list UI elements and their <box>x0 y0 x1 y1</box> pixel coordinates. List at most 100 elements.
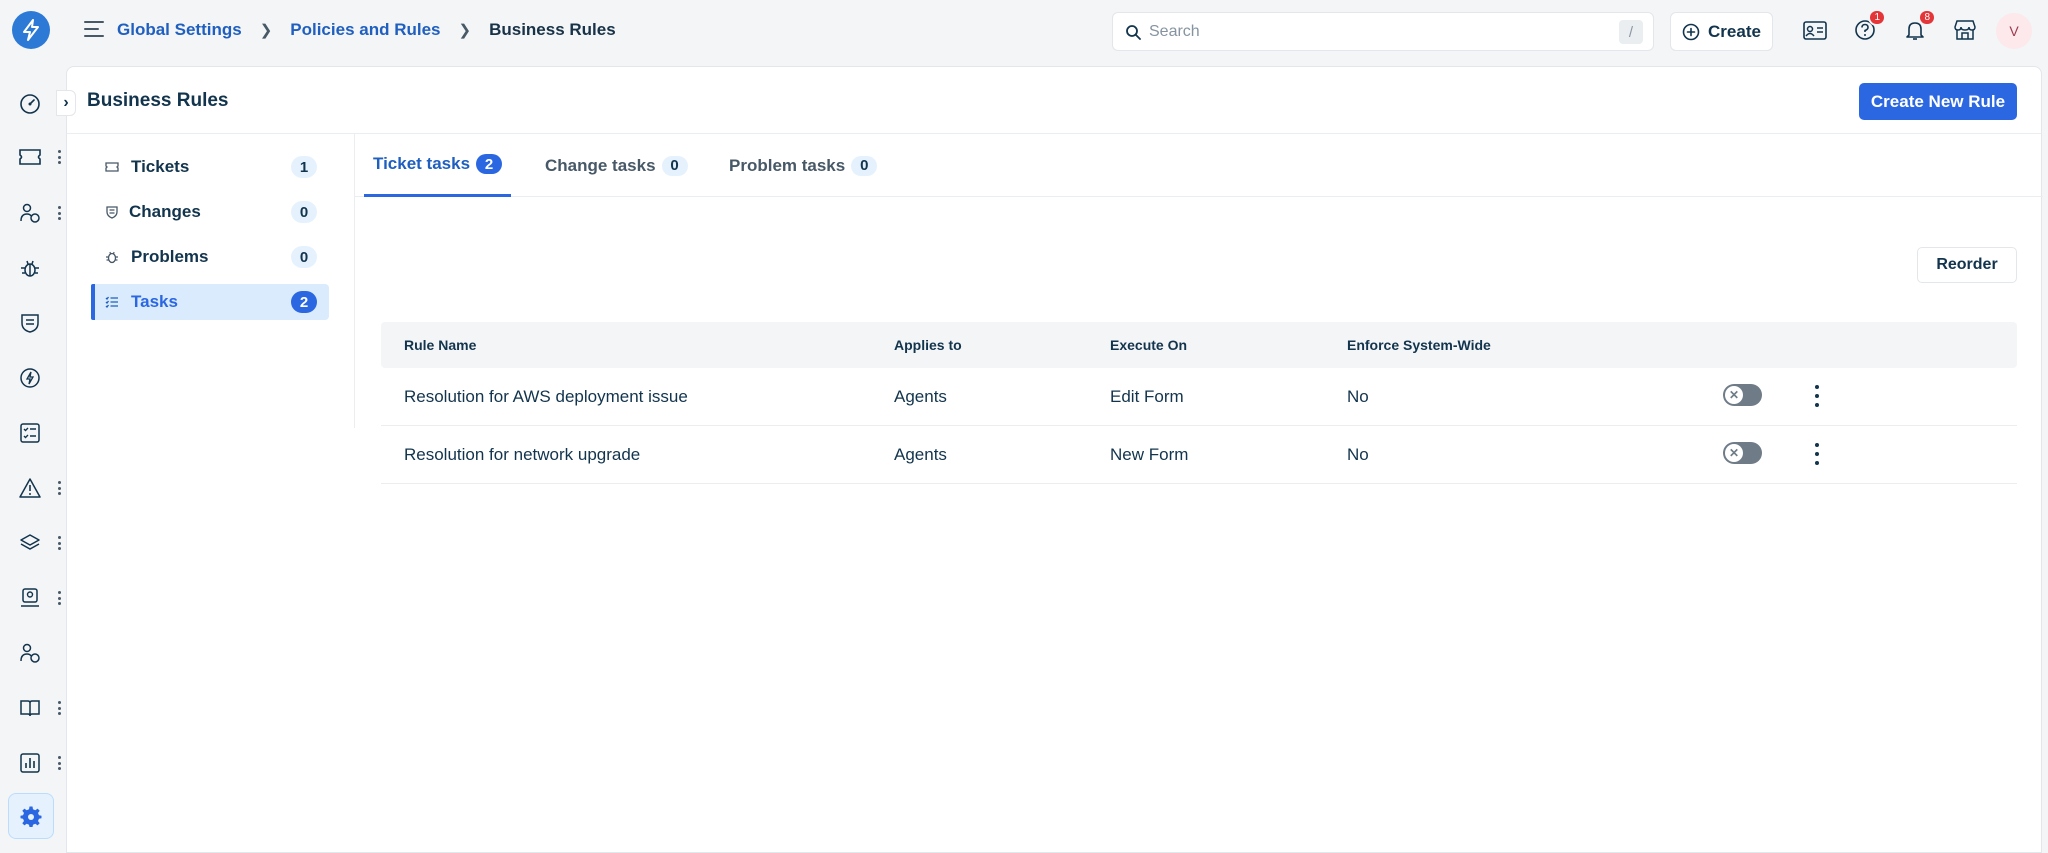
app-logo[interactable] <box>12 11 50 49</box>
contacts-icon[interactable] <box>16 199 44 227</box>
expand-panel-button[interactable]: › <box>56 90 76 116</box>
rule-toggle[interactable]: ✕ <box>1723 442 1762 464</box>
create-new-rule-button[interactable]: Create New Rule <box>1859 83 2017 120</box>
plus-circle-icon <box>1682 23 1700 40</box>
enforce-system-wide: No <box>1347 387 1369 406</box>
user-desk-icon[interactable] <box>16 584 44 612</box>
settings-nav-button[interactable] <box>8 793 54 839</box>
tickets-more-icon[interactable] <box>54 148 64 166</box>
desk-more-icon[interactable] <box>54 589 64 607</box>
table-row[interactable]: Resolution for AWS deployment issue Agen… <box>381 368 2017 426</box>
module-count: 1 <box>291 156 317 178</box>
search-box[interactable]: / <box>1112 12 1654 51</box>
close-icon: ✕ <box>1725 444 1743 462</box>
bug-icon[interactable] <box>16 254 44 282</box>
store-icon[interactable] <box>1952 17 1978 43</box>
ticket-icon[interactable] <box>16 143 44 171</box>
tab-problem-tasks[interactable]: Problem tasks 0 <box>729 134 878 197</box>
reorder-button[interactable]: Reorder <box>1917 247 2017 283</box>
ticket-icon <box>105 162 119 172</box>
task-list-icon[interactable] <box>16 419 44 447</box>
column-header: Applies to <box>894 337 962 353</box>
reports-icon[interactable] <box>16 749 44 777</box>
bell-icon[interactable]: 8 <box>1902 9 1936 43</box>
assets-more-icon[interactable] <box>54 534 64 552</box>
module-list: Tickets 1 Changes 0 Problems 0 Tasks 2 <box>67 134 355 428</box>
tab-label: Problem tasks <box>729 155 846 175</box>
close-icon: ✕ <box>1725 386 1743 404</box>
change-icon <box>106 206 118 219</box>
contact-card-icon[interactable] <box>1802 17 1828 43</box>
release-icon[interactable] <box>16 364 44 392</box>
column-header: Enforce System-Wide <box>1347 337 1491 353</box>
chevron-right-icon: › <box>63 94 69 111</box>
chevron-right-icon: ❯ <box>259 22 273 39</box>
rule-name[interactable]: Resolution for network upgrade <box>404 445 640 465</box>
row-more-icon[interactable] <box>1811 385 1823 407</box>
module-label: Tasks <box>131 292 178 311</box>
lightning-icon <box>23 19 39 41</box>
search-shortcut: / <box>1619 20 1643 44</box>
tab-count: 0 <box>851 155 878 176</box>
change-icon[interactable] <box>16 309 44 337</box>
chevron-right-icon: ❯ <box>458 22 472 39</box>
alert-icon[interactable] <box>16 474 44 502</box>
module-item-changes[interactable]: Changes 0 <box>91 194 329 230</box>
breadcrumb-global-settings[interactable]: Global Settings <box>117 20 242 40</box>
module-label: Changes <box>129 202 201 221</box>
task-list-icon <box>105 296 118 308</box>
menu-icon[interactable] <box>84 20 104 38</box>
create-button[interactable]: Create <box>1670 12 1773 51</box>
module-count: 2 <box>291 291 317 313</box>
page-title: Business Rules <box>87 90 229 111</box>
tab-bar: Ticket tasks 2 Change tasks 0 Problem ta… <box>355 134 2043 197</box>
left-nav <box>0 62 66 853</box>
execute-on: New Form <box>1110 445 1189 464</box>
avatar[interactable]: V <box>1996 13 2032 49</box>
alerts-more-icon[interactable] <box>54 479 64 497</box>
module-item-problems[interactable]: Problems 0 <box>91 239 329 275</box>
notifications-badge: 8 <box>1918 9 1936 26</box>
column-header: Execute On <box>1110 337 1188 353</box>
tab-count: 2 <box>476 154 503 174</box>
help-badge: 1 <box>1868 9 1886 26</box>
dashboard-icon[interactable] <box>16 90 44 118</box>
bug-icon <box>106 251 118 264</box>
solutions-more-icon[interactable] <box>54 699 64 717</box>
create-button-label: Create <box>1708 21 1761 41</box>
tab-change-tasks[interactable]: Change tasks 0 <box>545 134 688 197</box>
rules-table: Rule Name Applies to Execute On Enforce … <box>381 322 2017 484</box>
table-row[interactable]: Resolution for network upgrade Agents Ne… <box>381 426 2017 484</box>
applies-to: Agents <box>894 445 947 464</box>
reports-more-icon[interactable] <box>54 754 64 772</box>
gear-icon <box>20 806 42 827</box>
module-item-tasks[interactable]: Tasks 2 <box>91 284 329 320</box>
contacts-more-icon[interactable] <box>54 204 64 222</box>
search-icon <box>1126 25 1141 40</box>
module-count: 0 <box>291 201 317 223</box>
module-count: 0 <box>291 246 317 268</box>
tab-ticket-tasks[interactable]: Ticket tasks 2 <box>364 134 512 197</box>
top-bar: Global Settings ❯ Policies and Rules ❯ B… <box>0 0 2048 62</box>
module-item-tickets[interactable]: Tickets 1 <box>91 149 329 185</box>
enforce-system-wide: No <box>1347 445 1369 464</box>
breadcrumb: Global Settings ❯ Policies and Rules ❯ B… <box>117 20 616 40</box>
module-label: Tickets <box>131 157 190 176</box>
layers-icon[interactable] <box>16 529 44 557</box>
search-input[interactable] <box>1149 21 1589 43</box>
applies-to: Agents <box>894 387 947 406</box>
breadcrumb-policies[interactable]: Policies and Rules <box>290 20 440 40</box>
execute-on: Edit Form <box>1110 387 1184 406</box>
tab-label: Ticket tasks <box>373 154 471 173</box>
agents-icon[interactable] <box>16 639 44 667</box>
tab-count: 0 <box>661 155 688 176</box>
rule-name[interactable]: Resolution for AWS deployment issue <box>404 387 688 407</box>
book-icon[interactable] <box>16 694 44 722</box>
breadcrumb-current: Business Rules <box>489 20 616 39</box>
tab-label: Change tasks <box>545 155 656 175</box>
help-icon[interactable]: 1 <box>1852 9 1886 43</box>
module-label: Problems <box>131 247 209 266</box>
column-header: Rule Name <box>404 337 477 353</box>
rule-toggle[interactable]: ✕ <box>1723 384 1762 406</box>
row-more-icon[interactable] <box>1811 443 1823 465</box>
